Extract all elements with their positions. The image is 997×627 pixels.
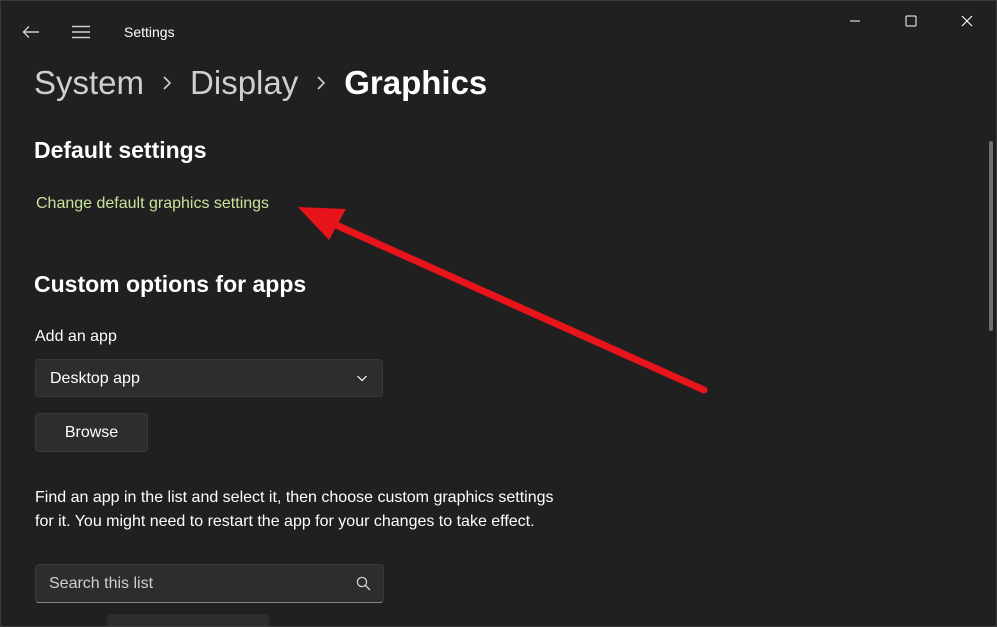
close-button[interactable] [939,1,995,41]
chevron-right-icon [317,76,326,90]
navigation-menu-button[interactable] [65,16,97,48]
instructions-text: Find an app in the list and select it, t… [35,489,554,530]
back-arrow-icon [22,26,39,38]
vertical-scrollbar[interactable] [989,141,993,331]
default-settings-heading: Default settings [34,137,207,163]
breadcrumb-separator [298,75,344,91]
back-button[interactable] [15,16,47,48]
custom-options-heading: Custom options for apps [34,271,307,297]
app-type-selected-value: Desktop app [50,370,140,387]
minimize-button[interactable] [827,1,883,41]
close-icon [961,15,973,27]
breadcrumb-graphics: Graphics [344,64,488,101]
chevron-right-icon [163,76,172,90]
app-type-dropdown[interactable]: Desktop app [35,359,383,397]
settings-window: Settings System Display Graphics Default… [0,0,997,627]
app-title: Settings [124,24,175,40]
breadcrumb-display[interactable]: Display [190,64,298,102]
title-bar: Settings [1,1,996,57]
search-icon [356,576,371,591]
hamburger-menu-icon [72,25,90,39]
maximize-button[interactable] [883,1,939,41]
breadcrumb-system[interactable]: System [34,64,144,102]
breadcrumb: System Display Graphics [34,61,487,105]
browse-button[interactable]: Browse [35,413,148,452]
chevron-down-icon [357,375,367,382]
search-list-input[interactable]: Search this list [35,564,384,603]
maximize-icon [905,15,917,27]
minimize-icon [850,20,860,22]
search-placeholder: Search this list [49,575,154,592]
change-default-graphics-link[interactable]: Change default graphics settings [36,195,269,213]
breadcrumb-separator [144,75,190,91]
add-app-label: Add an app [35,328,117,345]
partial-control[interactable] [107,614,269,626]
